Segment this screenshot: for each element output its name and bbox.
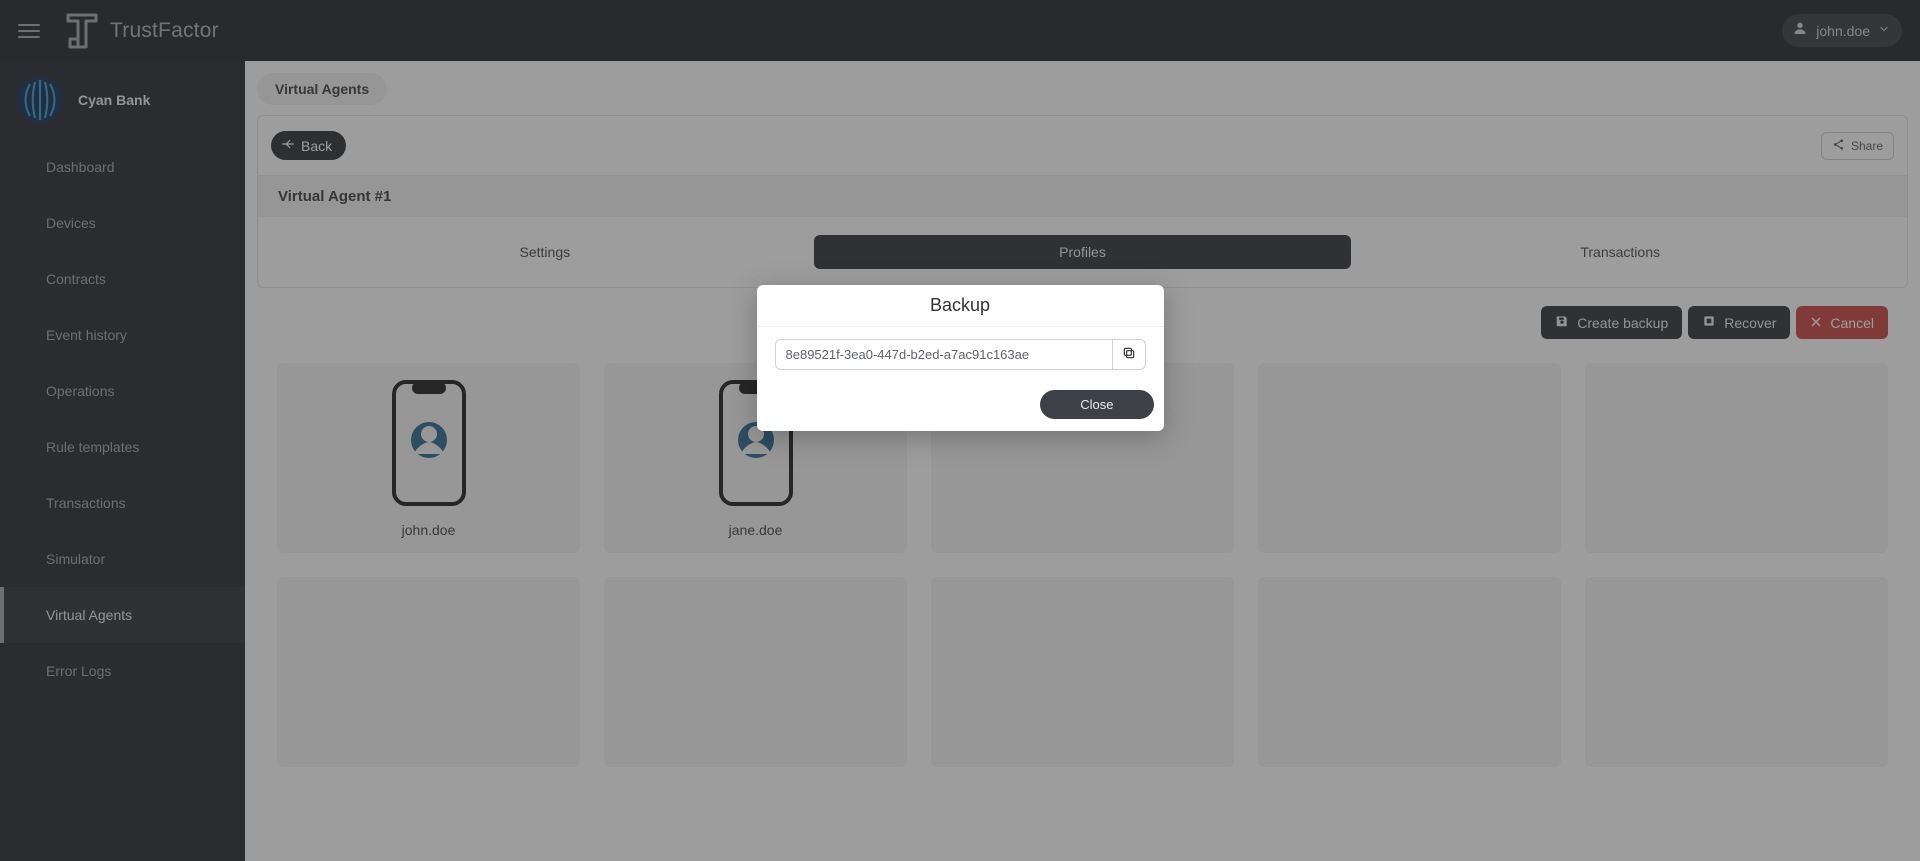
- backup-id-input[interactable]: [775, 339, 1112, 370]
- close-button[interactable]: Close: [1040, 390, 1153, 419]
- modal-title: Backup: [757, 285, 1164, 327]
- backup-modal: Backup Close: [757, 285, 1164, 431]
- copy-button[interactable]: [1112, 339, 1146, 370]
- backup-copy-row: [775, 339, 1146, 370]
- modal-overlay[interactable]: Backup Close: [0, 0, 1920, 861]
- copy-icon: [1122, 346, 1136, 363]
